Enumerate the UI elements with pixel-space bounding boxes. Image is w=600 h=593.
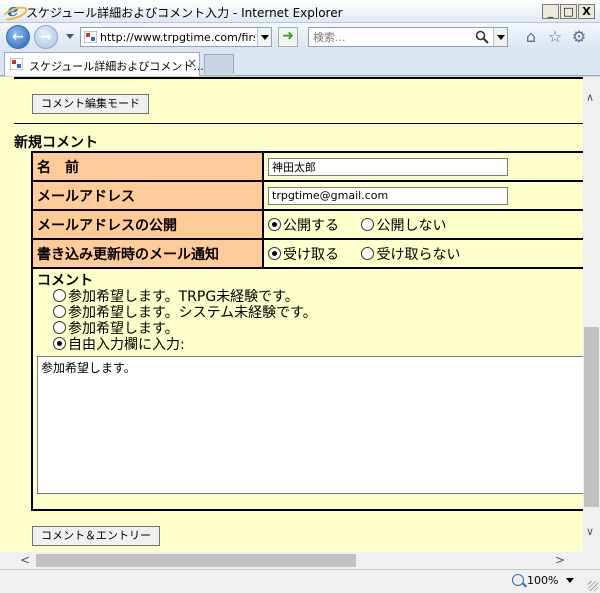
search-icon[interactable] [475, 30, 489, 44]
back-arrow-icon: ← [12, 29, 24, 45]
tab-label: スケジュール詳細およびコメント... [29, 60, 204, 73]
page-content: コメント編集モード 新規コメント 名 前 メールアドレス メールアドレスの公開 … [0, 77, 583, 552]
email-public-option-label: 公開する [283, 217, 339, 234]
comment-choice-radio[interactable] [53, 289, 66, 302]
status-bar: 100% [0, 569, 600, 593]
comment-choice[interactable]: 参加希望します。システム未経験です。 [53, 305, 583, 321]
divider [14, 77, 583, 79]
zoom-level: 100% [527, 574, 559, 587]
scroll-down-icon[interactable]: ∨ [586, 525, 594, 538]
comment-choice[interactable]: 自由入力欄に入力: [53, 337, 583, 353]
comment-choice-radio[interactable] [53, 305, 66, 318]
comment-edit-mode-button[interactable]: コメント編集モード [32, 94, 149, 114]
comment-choice-label: 参加希望します。TRPG未経験です。 [68, 289, 299, 305]
vertical-scroll-thumb[interactable] [584, 327, 599, 507]
comment-choice[interactable]: 参加希望します。 [53, 321, 583, 337]
horizontal-scrollbar[interactable]: < > [0, 552, 583, 569]
email-public-option-private[interactable]: 公開しない [361, 217, 447, 234]
zoom-control[interactable]: 100% [512, 574, 575, 587]
notify-cell: 受け取る 受け取らない [262, 238, 583, 269]
zoom-dropdown-icon[interactable] [566, 578, 575, 583]
tab-favicon-icon [10, 58, 23, 70]
tab-close-icon[interactable]: × [187, 56, 197, 70]
notify-option-label: 受け取らない [376, 246, 461, 263]
comment-cell: コメント 参加希望します。TRPG未経験です。 参加希望します。システム未経験で… [31, 267, 583, 511]
comment-label: コメント [37, 273, 93, 289]
notify-option-receive[interactable]: 受け取る [268, 246, 339, 263]
section-title: 新規コメント [14, 135, 98, 151]
comment-choice-label: 自由入力欄に入力: [68, 337, 185, 353]
home-icon[interactable]: ⌂ [522, 28, 540, 46]
email-public-label: メールアドレスの公開 [31, 209, 264, 240]
history-dropdown-button[interactable] [66, 34, 74, 39]
comment-textarea[interactable] [37, 356, 583, 494]
name-input[interactable] [268, 157, 508, 176]
minimize-button[interactable]: _ [542, 4, 559, 19]
zoom-icon [512, 574, 524, 586]
go-arrow-icon: ➜ [282, 28, 294, 44]
back-button[interactable]: ← [6, 25, 30, 49]
favorites-star-icon[interactable]: ☆ [546, 28, 564, 46]
tab-current[interactable]: スケジュール詳細およびコメント... × [4, 52, 204, 76]
notify-label: 書き込み更新時のメール通知 [31, 238, 264, 269]
close-window-button[interactable]: X [578, 4, 595, 19]
comment-choice-label: 参加希望します。システム未経験です。 [68, 305, 317, 321]
radio-receive[interactable] [268, 246, 281, 260]
resize-grip-icon[interactable] [588, 581, 598, 591]
name-cell [262, 151, 583, 182]
comment-form: 名 前 メールアドレス メールアドレスの公開 公開する 公開しない 書き込み更新… [31, 151, 583, 511]
email-public-option-public[interactable]: 公開する [268, 217, 339, 234]
comment-choice-label: 参加希望します。 [68, 321, 179, 337]
window-title: スケジュール詳細およびコメント入力 - Internet Explorer [26, 6, 343, 20]
search-box[interactable] [308, 27, 508, 47]
search-dropdown-button[interactable] [493, 28, 507, 46]
notify-option-not-receive[interactable]: 受け取らない [361, 246, 461, 263]
search-input[interactable] [311, 29, 471, 45]
forward-button[interactable]: → [34, 25, 58, 49]
email-cell [262, 180, 583, 211]
address-dropdown-button[interactable] [257, 28, 271, 46]
comment-entry-submit-button[interactable]: コメント＆エントリー [32, 526, 160, 546]
scrollbar-corner [583, 552, 600, 569]
form-row-email: メールアドレス [31, 180, 583, 211]
scroll-right-icon[interactable]: > [555, 553, 565, 567]
new-tab-button[interactable] [204, 54, 234, 74]
radio-not-receive[interactable] [361, 246, 375, 260]
scroll-left-icon[interactable]: < [20, 553, 30, 567]
vertical-scrollbar[interactable]: ∧ ∨ [583, 77, 600, 552]
comment-choice[interactable]: 参加希望します。TRPG未経験です。 [53, 289, 583, 305]
navigation-bar: ← → http://www.trpgtime.com/firs ➜ ⌂ ☆ ⚙ [0, 23, 600, 50]
internet-explorer-logo-icon: e [4, 2, 22, 20]
site-favicon-icon [84, 31, 97, 43]
address-bar[interactable]: http://www.trpgtime.com/firs [80, 27, 272, 47]
forward-arrow-icon: → [40, 29, 52, 45]
form-row-notify: 書き込み更新時のメール通知 受け取る 受け取らない [31, 238, 583, 269]
tab-bar: スケジュール詳細およびコメント... × [0, 50, 600, 76]
scroll-up-icon[interactable]: ∧ [586, 91, 594, 104]
address-url[interactable]: http://www.trpgtime.com/firs [100, 31, 255, 44]
email-input[interactable] [268, 186, 508, 205]
divider [14, 123, 583, 124]
radio-public[interactable] [268, 217, 281, 231]
title-bar: e スケジュール詳細およびコメント入力 - Internet Explorer … [0, 0, 600, 23]
comment-choice-radio[interactable] [53, 337, 66, 350]
form-row-name: 名 前 [31, 151, 583, 182]
email-public-cell: 公開する 公開しない [262, 209, 583, 240]
email-public-option-label: 公開しない [376, 217, 447, 234]
name-label: 名 前 [31, 151, 264, 182]
maximize-button[interactable]: □ [560, 4, 577, 19]
horizontal-scroll-thumb[interactable] [36, 554, 356, 567]
comment-choice-radio[interactable] [53, 321, 66, 334]
gear-icon[interactable]: ⚙ [570, 28, 588, 46]
form-row-email-public: メールアドレスの公開 公開する 公開しない [31, 209, 583, 240]
notify-option-label: 受け取る [283, 246, 339, 263]
email-label: メールアドレス [31, 180, 264, 211]
go-button[interactable]: ➜ [278, 27, 298, 47]
form-row-comment: コメント 参加希望します。TRPG未経験です。 参加希望します。システム未経験で… [31, 267, 583, 511]
radio-private[interactable] [361, 217, 375, 231]
